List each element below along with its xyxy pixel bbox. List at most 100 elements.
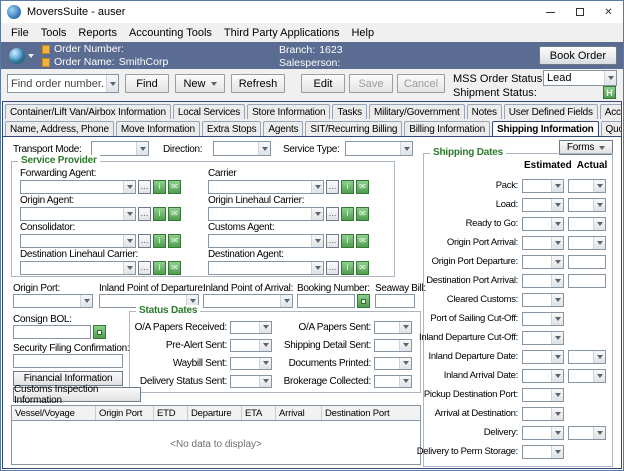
tab-account-profile[interactable]: Account Profile	[600, 104, 621, 119]
cleared-customs-estimated-select[interactable]	[522, 293, 564, 307]
refresh-button[interactable]: Refresh	[231, 74, 285, 93]
service-type-select[interactable]	[345, 141, 413, 156]
column-header-origin-port[interactable]: Origin Port	[96, 406, 154, 420]
origin-port-arrival-actual-select[interactable]	[568, 236, 606, 250]
origin-port-departure-estimated-select[interactable]	[522, 255, 564, 269]
title-bar[interactable]: MoversSuite - auser ✕	[1, 1, 623, 23]
inland-departure-date-actual-select[interactable]	[568, 350, 606, 364]
delivery-estimated-select[interactable]	[522, 426, 564, 440]
transport-mode-select[interactable]	[91, 141, 149, 156]
customs-inspection-information-button[interactable]: Customs Inspection Information	[13, 387, 141, 402]
info-button[interactable]: i	[153, 180, 166, 194]
consolidator-select[interactable]	[20, 234, 136, 248]
email-button[interactable]: ✉	[356, 180, 369, 194]
save-button[interactable]: Save	[349, 74, 393, 93]
tab-local-services[interactable]: Local Services	[173, 104, 245, 119]
origin-port-select[interactable]	[13, 294, 93, 308]
pickup-destination-port-estimated-select[interactable]	[522, 388, 564, 402]
menu-help[interactable]: Help	[345, 23, 380, 42]
email-button[interactable]: ✉	[168, 180, 181, 194]
info-button[interactable]: i	[341, 261, 354, 275]
booking-number-lookup-button[interactable]	[357, 294, 370, 308]
tab-billing-information[interactable]: Billing Information	[404, 121, 490, 136]
origin-port-departure-actual-input[interactable]	[568, 255, 606, 269]
menu-third-party-applications[interactable]: Third Party Applications	[218, 23, 346, 42]
destination-linehaul-carrier-select[interactable]	[20, 261, 136, 275]
order-type-dropdown[interactable]	[9, 48, 34, 64]
load-actual-select[interactable]	[568, 198, 606, 212]
tab-sit-recurring-billing[interactable]: SIT/Recurring Billing	[305, 121, 402, 136]
waybill-sent-select[interactable]	[230, 357, 272, 370]
forwarding-agent-select[interactable]	[20, 180, 136, 194]
delivery-actual-select[interactable]	[568, 426, 606, 440]
tab-name-address-phone[interactable]: Name, Address, Phone	[5, 121, 114, 136]
delivery-status-sent-select[interactable]	[230, 375, 272, 388]
new-button[interactable]: New	[175, 74, 225, 93]
tab-quote[interactable]: Quote	[601, 121, 621, 136]
email-button[interactable]: ✉	[356, 234, 369, 248]
tab-extra-stops[interactable]: Extra Stops	[202, 121, 262, 136]
tab-military-government[interactable]: Military/Government	[369, 104, 465, 119]
info-button[interactable]: i	[341, 180, 354, 194]
destination-port-arrival-estimated-select[interactable]	[522, 274, 564, 288]
tab-container-liftvan-airbox-information[interactable]: Container/Lift Van/Airbox Information	[5, 104, 171, 119]
consign-bol-input[interactable]	[13, 325, 91, 339]
inland-arrival-date-actual-select[interactable]	[568, 369, 606, 383]
customs-agent-select[interactable]	[208, 234, 324, 248]
destination-agent-select[interactable]	[208, 261, 324, 275]
tab-move-information[interactable]: Move Information	[116, 121, 200, 136]
book-order-button[interactable]: Book Order	[539, 46, 617, 65]
inland-point-of-arrival-select[interactable]	[203, 294, 293, 308]
close-button[interactable]: ✕	[594, 1, 623, 23]
consign-bol-lookup-button[interactable]	[93, 325, 106, 339]
port-of-sailing-cut-off-estimated-select[interactable]	[522, 312, 564, 326]
origin-linehaul-carrier-select[interactable]	[208, 207, 324, 221]
menu-file[interactable]: File	[5, 23, 35, 42]
booking-number-input[interactable]	[297, 294, 355, 308]
minimize-button[interactable]	[536, 1, 565, 23]
column-header-etd[interactable]: ETD	[154, 406, 188, 420]
column-header-arrival[interactable]: Arrival	[276, 406, 322, 420]
load-estimated-select[interactable]	[522, 198, 564, 212]
ellipsis-button[interactable]: …	[326, 261, 339, 275]
column-header-departure[interactable]: Departure	[188, 406, 242, 420]
destination-port-arrival-actual-input[interactable]	[568, 274, 606, 288]
oa-papers-sent-select[interactable]	[374, 321, 412, 334]
pack-estimated-select[interactable]	[522, 179, 564, 193]
shipment-status-history-button[interactable]: H	[603, 86, 616, 99]
edit-button[interactable]: Edit	[301, 74, 345, 93]
info-button[interactable]: i	[341, 234, 354, 248]
email-button[interactable]: ✉	[168, 234, 181, 248]
ellipsis-button[interactable]: …	[138, 180, 151, 194]
mss-order-status-select[interactable]: Lead	[543, 70, 617, 86]
column-header-vessel-voyage[interactable]: Vessel/Voyage	[12, 406, 96, 420]
maximize-button[interactable]	[565, 1, 594, 23]
security-filing-confirmation-input[interactable]	[13, 354, 123, 368]
info-button[interactable]: i	[153, 234, 166, 248]
origin-agent-select[interactable]	[20, 207, 136, 221]
email-button[interactable]: ✉	[356, 261, 369, 275]
tab-shipping-information[interactable]: Shipping Information	[492, 121, 599, 136]
inland-arrival-date-estimated-select[interactable]	[522, 369, 564, 383]
ellipsis-button[interactable]: …	[326, 234, 339, 248]
brokerage-collected-select[interactable]	[374, 375, 412, 388]
cancel-button[interactable]: Cancel	[397, 74, 445, 93]
email-button[interactable]: ✉	[356, 207, 369, 221]
menu-tools[interactable]: Tools	[35, 23, 73, 42]
shipping-detail-sent-select[interactable]	[374, 339, 412, 352]
info-button[interactable]: i	[153, 261, 166, 275]
find-order-input[interactable]: Find order number...	[7, 74, 119, 93]
delivery-to-perm-storage-estimated-select[interactable]	[522, 445, 564, 459]
ellipsis-button[interactable]: …	[326, 180, 339, 194]
seaway-bill-input[interactable]	[375, 294, 415, 308]
ellipsis-button[interactable]: …	[138, 261, 151, 275]
ready-to-go-actual-select[interactable]	[568, 217, 606, 231]
find-button[interactable]: Find	[125, 74, 169, 93]
origin-port-arrival-estimated-select[interactable]	[522, 236, 564, 250]
ellipsis-button[interactable]: …	[138, 207, 151, 221]
email-button[interactable]: ✉	[168, 207, 181, 221]
carrier-select[interactable]	[208, 180, 324, 194]
ready-to-go-estimated-select[interactable]	[522, 217, 564, 231]
oa-papers-received-select[interactable]	[230, 321, 272, 334]
info-button[interactable]: i	[341, 207, 354, 221]
